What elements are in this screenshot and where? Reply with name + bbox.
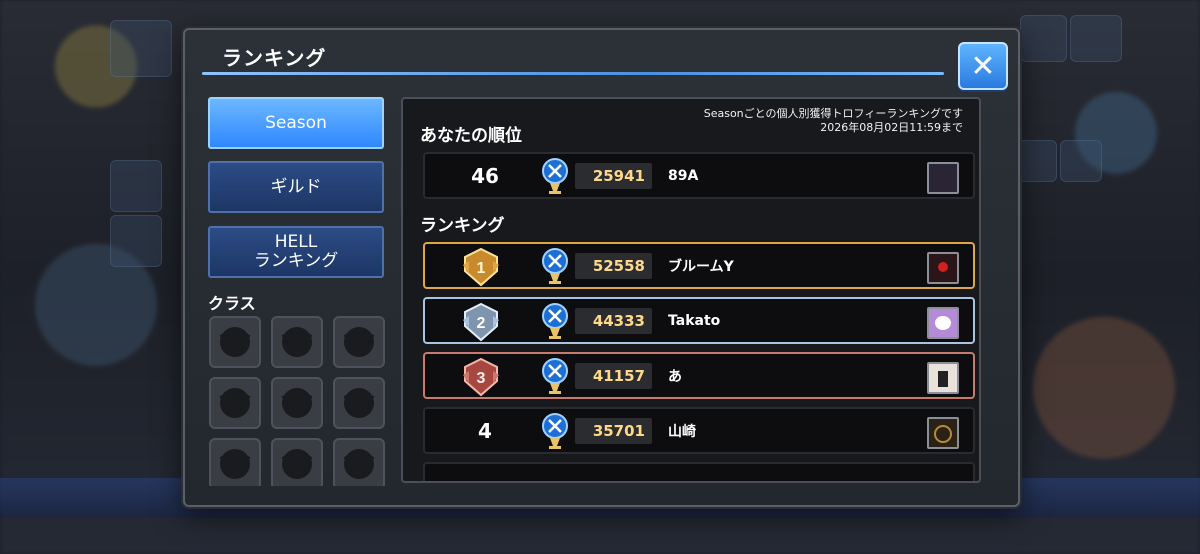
class-icon-5[interactable] xyxy=(271,377,323,429)
medal-rank-number: 1 xyxy=(477,260,486,277)
tab-season-label: Season xyxy=(265,112,327,133)
background-tile xyxy=(1015,140,1057,182)
tab-guild[interactable]: ギルド xyxy=(208,161,384,213)
ranking-label: ランキング xyxy=(420,216,505,236)
trophy-score: 52558 xyxy=(575,253,652,279)
background-tile xyxy=(1070,15,1122,62)
trophy-icon xyxy=(542,158,568,194)
tab-hell-ranking-label: HELL ランキング xyxy=(253,232,339,271)
class-icon-6[interactable] xyxy=(333,377,385,429)
ranking-row-2[interactable]: 2 44333 Takato xyxy=(423,297,975,344)
player-avatar[interactable] xyxy=(927,417,959,449)
player-avatar[interactable] xyxy=(927,252,959,284)
background-tile xyxy=(110,160,162,212)
class-icon-7[interactable] xyxy=(209,438,261,486)
player-name: あ xyxy=(668,368,682,385)
trophy-icon xyxy=(542,413,568,449)
tab-hell-ranking[interactable]: HELL ランキング xyxy=(208,226,384,278)
tab-guild-label: ギルド xyxy=(270,176,322,197)
trophy-score: 44333 xyxy=(575,308,652,334)
ranking-description-line1: Seasonごとの個人別獲得トロフィーランキングです xyxy=(703,107,963,120)
trophy-score: 25941 xyxy=(575,163,652,189)
ranking-deadline: 2026年08月02日11:59まで xyxy=(820,121,963,134)
ranking-row-1[interactable]: 1 52558 ブルームY xyxy=(423,242,975,289)
ranking-row-5-partial[interactable] xyxy=(423,462,975,481)
class-icon-1[interactable] xyxy=(209,316,261,368)
ranking-row-3[interactable]: 3 41157 あ xyxy=(423,352,975,399)
player-avatar[interactable] xyxy=(927,307,959,339)
dialog-title: ランキング xyxy=(222,46,327,70)
class-icon-4[interactable] xyxy=(209,377,261,429)
bronze-medal-icon: 3 xyxy=(463,357,499,397)
player-name: Takato xyxy=(668,312,721,329)
tab-season[interactable]: Season xyxy=(208,97,384,149)
close-button[interactable]: ✕ xyxy=(958,42,1008,90)
class-icon-3[interactable] xyxy=(333,316,385,368)
trophy-icon xyxy=(542,358,568,394)
my-rank-row[interactable]: 46 25941 89A xyxy=(423,152,975,199)
medal-rank-number: 2 xyxy=(477,315,486,332)
ranking-row-4[interactable]: 4 35701 山崎 xyxy=(423,407,975,454)
rank-number: 46 xyxy=(471,163,499,188)
class-icon-9[interactable] xyxy=(333,438,385,486)
class-section-label: クラス xyxy=(208,294,256,313)
class-icon-8[interactable] xyxy=(271,438,323,486)
class-grid xyxy=(209,316,387,486)
medal-rank-number: 3 xyxy=(477,370,486,387)
trophy-icon xyxy=(542,248,568,284)
player-name: ブルームY xyxy=(668,258,734,275)
class-icon-2[interactable] xyxy=(271,316,323,368)
gold-medal-icon: 1 xyxy=(463,247,499,287)
background-tile xyxy=(1020,15,1067,62)
background-tile xyxy=(1060,140,1102,182)
player-name: 89A xyxy=(668,167,699,184)
ranking-panel: Seasonごとの個人別獲得トロフィーランキングです 2026年08月02日11… xyxy=(401,97,981,483)
trophy-icon xyxy=(542,303,568,339)
background-tile xyxy=(110,215,162,267)
ranking-description: Seasonごとの個人別獲得トロフィーランキングです 2026年08月02日11… xyxy=(704,107,963,135)
ranking-dialog: ランキング ✕ Season ギルド HELL ランキング クラス Season… xyxy=(183,28,1020,507)
player-avatar[interactable] xyxy=(927,162,959,194)
trophy-score: 41157 xyxy=(575,363,652,389)
close-icon: ✕ xyxy=(970,48,996,84)
title-underline xyxy=(202,72,944,75)
player-avatar[interactable] xyxy=(927,362,959,394)
my-rank-label: あなたの順位 xyxy=(420,126,522,146)
player-name: 山崎 xyxy=(668,423,696,440)
silver-medal-icon: 2 xyxy=(463,302,499,342)
background-tile xyxy=(110,20,172,77)
trophy-score: 35701 xyxy=(575,418,652,444)
rank-number: 4 xyxy=(478,418,492,443)
